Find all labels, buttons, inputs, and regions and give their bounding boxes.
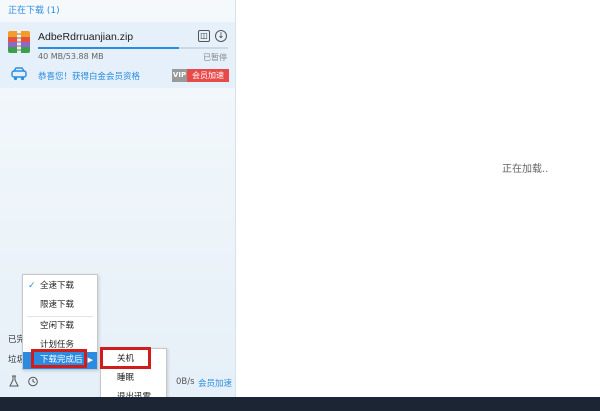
- menu-item-idle-download[interactable]: 空闲下载: [23, 317, 97, 336]
- check-icon: ✓: [28, 281, 36, 291]
- downloading-header[interactable]: 正在下载 (1): [8, 4, 60, 18]
- open-folder-icon[interactable]: ◫: [198, 30, 210, 42]
- highlight-shutdown: [100, 347, 151, 369]
- download-speed: 0B/s: [176, 377, 195, 387]
- submenu-item-label: 睡眠: [117, 373, 135, 383]
- trash-label[interactable]: 垃圾: [8, 353, 22, 365]
- submenu-item-sleep[interactable]: 睡眠: [101, 369, 166, 388]
- menu-item-full-speed[interactable]: ✓ 全速下载: [23, 277, 97, 296]
- flask-icon[interactable]: [8, 375, 20, 387]
- loading-text: 正在加载..: [502, 164, 549, 175]
- task-size: 40 MB/53.88 MB: [38, 52, 104, 61]
- windows-taskbar: [0, 397, 600, 411]
- task-status: 已暂停: [203, 53, 227, 62]
- vip-promo-row: 恭喜您！获得白金会员资格 VIP 会员加速: [0, 64, 235, 88]
- task-progress-bar: [38, 47, 228, 49]
- zip-file-icon: [8, 31, 30, 53]
- vip-speedup-button[interactable]: 会员加速: [187, 69, 229, 82]
- resume-download-icon[interactable]: ↓: [215, 30, 227, 42]
- alarm-clock-icon[interactable]: [27, 375, 39, 387]
- car-icon: [11, 67, 27, 81]
- download-task-row[interactable]: AdbeRdrruanjian.zip ◫ ↓ 40 MB/53.88 MB 已…: [0, 22, 235, 88]
- vip-promo-text[interactable]: 恭喜您！获得白金会员资格: [38, 70, 140, 82]
- vip-tag: VIP: [172, 69, 187, 82]
- menu-item-label: 限速下载: [40, 300, 75, 310]
- highlight-after-download: [31, 349, 87, 368]
- completed-label[interactable]: 已完: [8, 333, 22, 345]
- menu-item-limit-speed[interactable]: 限速下载: [23, 296, 97, 315]
- menu-item-label: 全速下载: [40, 281, 75, 291]
- task-filename: AdbeRdrruanjian.zip: [38, 31, 134, 43]
- member-speedup-link[interactable]: 会员加速: [198, 377, 232, 389]
- menu-item-label: 空闲下载: [40, 321, 75, 331]
- submenu-arrow-icon: ▶: [87, 356, 93, 364]
- task-progress-fill: [38, 47, 179, 49]
